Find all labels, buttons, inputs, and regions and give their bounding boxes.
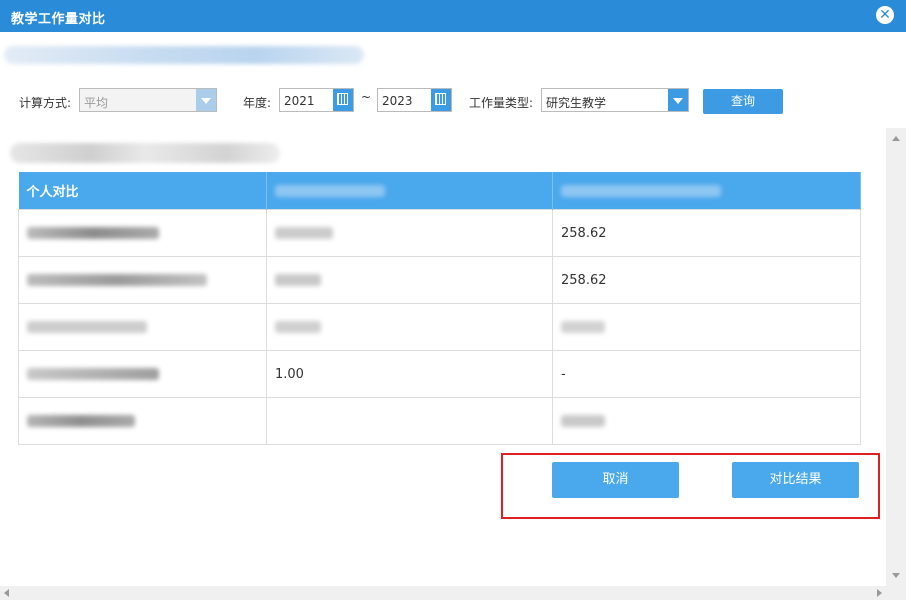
table-row xyxy=(18,303,861,351)
header-col-2 xyxy=(266,172,553,210)
blurred-subtitle xyxy=(4,46,364,64)
range-separator: ~ xyxy=(361,90,372,104)
year-to-input[interactable]: 2023 xyxy=(377,88,452,112)
header-personal-compare: 个人对比 xyxy=(18,172,267,210)
scroll-right-icon[interactable] xyxy=(877,589,882,597)
comparison-table: 个人对比 258.62 258.62 1.00 - xyxy=(18,172,861,445)
scroll-left-icon[interactable] xyxy=(4,589,9,597)
year-label: 年度: xyxy=(243,96,272,110)
query-button[interactable]: 查询 xyxy=(703,89,783,114)
blurred-caption xyxy=(10,143,280,163)
table-cell xyxy=(18,397,267,445)
cancel-button[interactable]: 取消 xyxy=(552,462,679,498)
table-cell xyxy=(266,397,553,445)
table-cell xyxy=(266,303,553,351)
close-icon[interactable]: ✕ xyxy=(876,6,894,24)
table-row: 258.62 xyxy=(18,256,861,304)
table-cell xyxy=(18,256,267,304)
dialog-titlebar: 教学工作量对比 ✕ xyxy=(0,0,906,32)
table-row: 1.00 - xyxy=(18,350,861,398)
scroll-down-icon[interactable] xyxy=(892,573,900,578)
table-cell: 1.00 xyxy=(266,350,553,398)
table-cell xyxy=(266,256,553,304)
calc-method-label: 计算方式: xyxy=(19,96,72,110)
year-to-value: 2023 xyxy=(382,94,413,108)
horizontal-scrollbar[interactable] xyxy=(0,586,906,600)
table-cell: 258.62 xyxy=(552,256,861,304)
table-cell: - xyxy=(552,350,861,398)
workload-type-label: 工作量类型: xyxy=(469,96,534,110)
vertical-scrollbar[interactable] xyxy=(886,128,906,586)
year-from-value: 2021 xyxy=(284,94,315,108)
table-cell xyxy=(552,397,861,445)
year-from-input[interactable]: 2021 xyxy=(279,88,354,112)
table-row xyxy=(18,397,861,445)
chevron-down-icon xyxy=(196,89,216,111)
calc-method-value: 平均 xyxy=(84,96,109,110)
chevron-down-icon[interactable] xyxy=(668,89,688,111)
table-cell xyxy=(18,303,267,351)
calendar-icon[interactable] xyxy=(333,89,353,111)
table-cell xyxy=(18,209,267,257)
table-row: 258.62 xyxy=(18,209,861,257)
table-cell xyxy=(266,209,553,257)
table-cell xyxy=(18,350,267,398)
workload-type-value: 研究生教学 xyxy=(546,96,607,110)
dialog-title: 教学工作量对比 xyxy=(11,12,106,27)
action-buttons-highlight: 取消 对比结果 xyxy=(501,453,880,519)
table-cell xyxy=(552,303,861,351)
compare-result-button[interactable]: 对比结果 xyxy=(732,462,859,498)
workload-type-select[interactable]: 研究生教学 xyxy=(541,88,689,112)
calendar-icon[interactable] xyxy=(431,89,451,111)
calc-method-select: 平均 xyxy=(79,88,217,112)
scroll-up-icon[interactable] xyxy=(892,136,900,141)
header-col-3 xyxy=(552,172,861,210)
table-header-row: 个人对比 xyxy=(18,172,861,210)
table-cell: 258.62 xyxy=(552,209,861,257)
